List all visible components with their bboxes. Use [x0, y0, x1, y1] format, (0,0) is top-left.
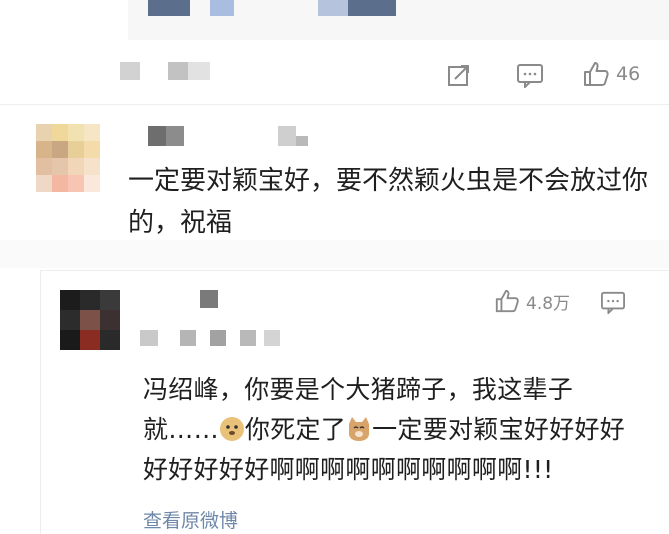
avatar[interactable] — [60, 290, 120, 350]
comment-text: 冯绍峰，你要是个大猪蹄子，我这辈子就…… 你死定了 一定要对颖宝好好好好好好好好好啊… — [143, 370, 643, 490]
quoted-post-card[interactable] — [128, 0, 669, 40]
separator — [0, 240, 669, 268]
pixelated-timestamp — [168, 62, 188, 80]
comment-button[interactable] — [516, 62, 544, 88]
like-button[interactable]: 4.8万 — [494, 288, 570, 314]
pixelated-username[interactable] — [140, 290, 300, 350]
avatar[interactable] — [36, 124, 100, 192]
repost-button[interactable] — [446, 62, 472, 88]
comment-text-part: 你死定了 — [244, 415, 347, 444]
repost-icon — [448, 65, 469, 86]
pixelated-image — [348, 0, 396, 16]
view-original-link[interactable]: 查看原微博 — [143, 506, 238, 533]
pixelated-image — [210, 0, 234, 16]
pixelated-timestamp — [188, 62, 210, 80]
pixelated-image — [148, 0, 190, 16]
doge-emoji-icon — [219, 417, 244, 441]
comment-button[interactable] — [600, 290, 626, 314]
pixelated-image — [318, 0, 348, 16]
thumbs-up-icon — [495, 289, 519, 313]
pixelated-username[interactable] — [148, 126, 328, 150]
comment-text: 一定要对颖宝好，要不然颖火虫是不会放过你的，祝福 — [128, 166, 649, 238]
like-count: 4.8万 — [526, 293, 571, 314]
comment-icon — [517, 64, 543, 88]
like-button[interactable]: 46 — [582, 60, 640, 88]
divider — [0, 104, 669, 105]
cat-emoji-icon — [349, 417, 370, 441]
thumbs-up-icon — [584, 62, 609, 86]
comment-icon — [601, 291, 625, 314]
pixelated-timestamp — [120, 62, 140, 80]
like-count: 46 — [616, 63, 641, 85]
